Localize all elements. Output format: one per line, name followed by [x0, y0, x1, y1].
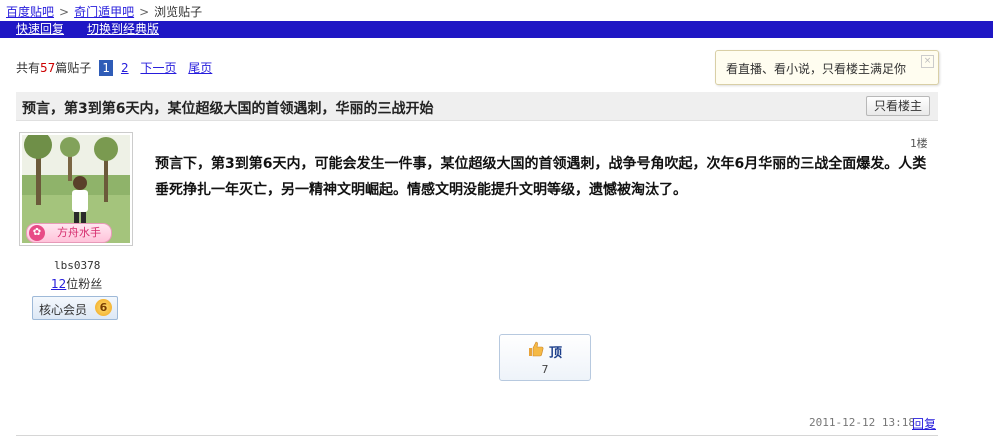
author-name[interactable]: lbs0378 [54, 259, 100, 272]
promo-text[interactable]: 看直播、看小说，只看楼主满足你 [726, 60, 906, 77]
quick-reply-link[interactable]: 快速回复 [16, 21, 64, 38]
only-author-button[interactable]: 只看楼主 [865, 96, 930, 116]
breadcrumb-current: 浏览贴子 [154, 5, 203, 19]
fans-label: 位粉丝 [66, 277, 103, 291]
page-2-link[interactable]: 2 [121, 61, 129, 75]
avatar-badge: ✿ 方舟水手 [26, 223, 112, 243]
post-datetime: 2011-12-12 13:18 [809, 416, 915, 429]
member-label: 核心会员 [39, 303, 88, 317]
top-toolbar: 快速回复 切换到经典版 [0, 21, 993, 38]
floor-number: 1楼 [910, 137, 928, 150]
last-page-link[interactable]: 尾页 [188, 61, 212, 75]
post-content: 预言下，第3到第6天内，可能会发生一件事，某位超级大国的首领遇刺，战争号角吹起，… [155, 156, 927, 198]
level-badge-icon: 6 [95, 299, 112, 316]
avatar-photo[interactable]: ✿ 方舟水手 [22, 135, 130, 243]
close-icon[interactable]: × [921, 55, 934, 68]
reply-link[interactable]: 回复 [912, 415, 936, 432]
fans-info: 12位粉丝 [51, 275, 102, 292]
ding-label: 顶 [549, 346, 563, 361]
breadcrumb: 百度贴吧 > 奇门遁甲吧 > 浏览贴子 [6, 3, 202, 20]
breadcrumb-forum[interactable]: 奇门遁甲吧 [74, 5, 134, 19]
divider [16, 435, 938, 436]
ding-button[interactable]: 顶 7 [499, 334, 591, 381]
pager-prefix: 共有 [16, 61, 41, 75]
fans-count-link[interactable]: 12 [51, 277, 66, 291]
member-badge[interactable]: 核心会员 6 [32, 296, 118, 320]
avatar-badge-text: 方舟水手 [57, 226, 101, 239]
promo-tooltip[interactable]: 看直播、看小说，只看楼主满足你 × [715, 50, 939, 85]
thread-title: 预言，第3到第6天内，某位超级大国的首领遇刺，华丽的三战开始 [22, 101, 434, 117]
post-count: 57 [40, 61, 56, 75]
ding-count: 7 [541, 363, 549, 376]
thumbs-up-icon [529, 341, 544, 357]
avatar[interactable]: ✿ 方舟水手 [19, 132, 133, 246]
breadcrumb-tieba-home[interactable]: 百度贴吧 [6, 5, 54, 19]
breadcrumb-separator: > [139, 5, 150, 19]
pager-suffix: 篇贴子 [55, 61, 92, 75]
breadcrumb-separator: > [59, 5, 70, 19]
current-page: 1 [99, 60, 114, 76]
switch-classic-link[interactable]: 切换到经典版 [87, 21, 159, 38]
next-page-link[interactable]: 下一页 [140, 61, 176, 75]
thread-title-bar: 预言，第3到第6天内，某位超级大国的首领遇刺，华丽的三战开始 只看楼主 [16, 92, 938, 121]
pager: 共有57篇贴子 1 2 下一页 尾页 [16, 59, 212, 76]
flower-icon: ✿ [29, 225, 45, 241]
